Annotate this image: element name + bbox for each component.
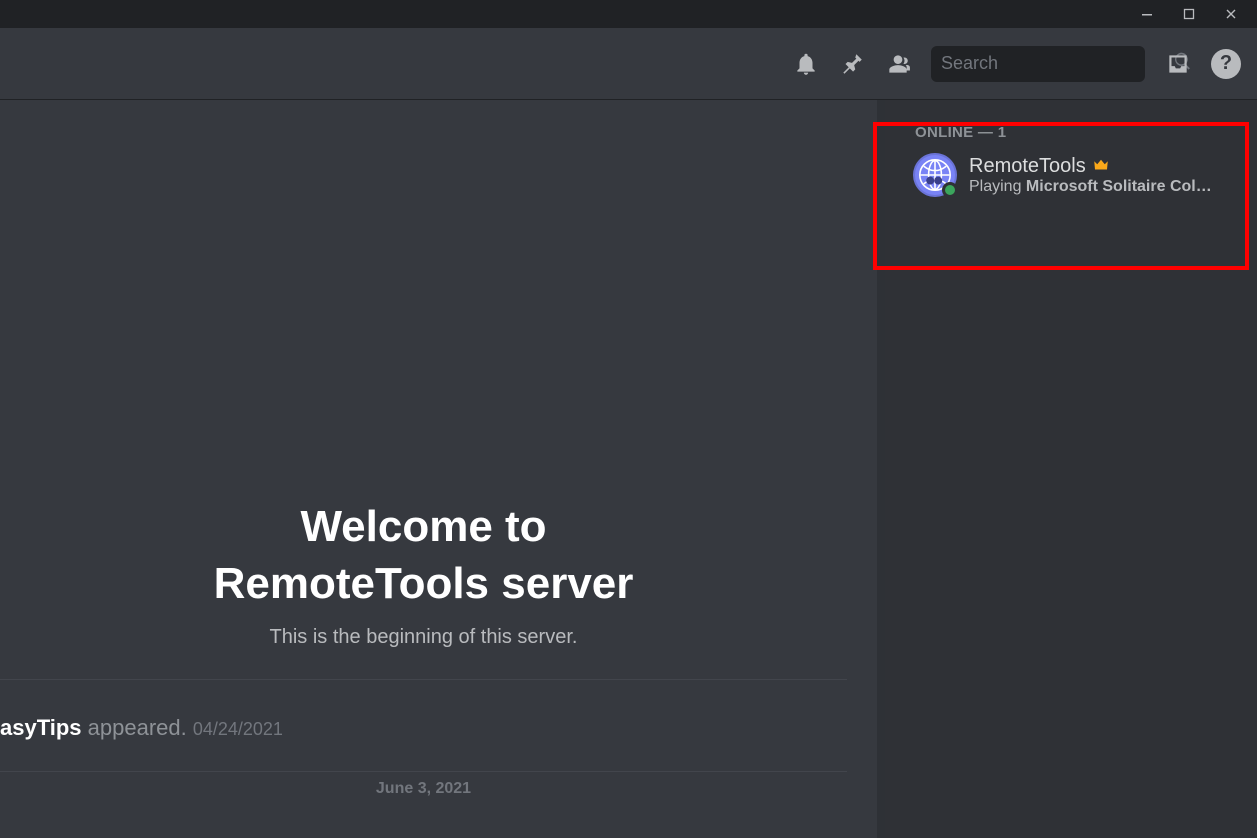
pinned-messages-icon[interactable] xyxy=(839,51,865,77)
system-message: asyTips appeared. 04/24/2021 xyxy=(0,715,847,772)
minimize-button[interactable] xyxy=(1129,0,1165,28)
welcome-title-line2: RemoteTools server xyxy=(0,555,847,612)
welcome-block: Welcome to RemoteTools server This is th… xyxy=(0,498,847,680)
content-area: Welcome to RemoteTools server This is th… xyxy=(0,100,1257,838)
close-button[interactable] xyxy=(1213,0,1249,28)
activity-prefix: Playing xyxy=(969,178,1026,195)
avatar-wrap xyxy=(913,153,957,197)
member-name: RemoteTools xyxy=(969,155,1086,178)
notifications-icon[interactable] xyxy=(793,51,819,77)
member-activity: Playing Microsoft Solitaire Col… xyxy=(969,178,1219,196)
search-box[interactable] xyxy=(931,46,1145,82)
member-list-icon[interactable] xyxy=(885,51,911,77)
inbox-icon[interactable] xyxy=(1165,51,1191,77)
search-input[interactable] xyxy=(941,53,1173,74)
member-text: RemoteTools Playing Microsoft Solitaire … xyxy=(969,155,1241,196)
help-glyph: ? xyxy=(1220,52,1232,75)
system-message-action: appeared. xyxy=(82,715,193,740)
welcome-title: Welcome to RemoteTools server xyxy=(0,498,847,612)
window-titlebar xyxy=(0,0,1257,28)
channel-header: ? xyxy=(0,28,1257,100)
member-row[interactable]: RemoteTools Playing Microsoft Solitaire … xyxy=(885,147,1249,203)
welcome-subtitle: This is the beginning of this server. xyxy=(0,626,847,680)
crown-icon xyxy=(1092,155,1110,178)
system-message-timestamp: 04/24/2021 xyxy=(193,719,283,739)
status-online-icon xyxy=(942,182,958,198)
chat-panel: Welcome to RemoteTools server This is th… xyxy=(0,100,885,838)
online-section-label: ONLINE — 1 xyxy=(885,124,1249,141)
help-icon[interactable]: ? xyxy=(1211,49,1241,79)
welcome-title-line1: Welcome to xyxy=(0,498,847,555)
activity-game: Microsoft Solitaire Col… xyxy=(1026,178,1212,195)
maximize-button[interactable] xyxy=(1171,0,1207,28)
date-divider: June 3, 2021 xyxy=(0,780,847,798)
members-panel: ONLINE — 1 xyxy=(885,100,1257,838)
system-message-username: asyTips xyxy=(0,715,82,740)
